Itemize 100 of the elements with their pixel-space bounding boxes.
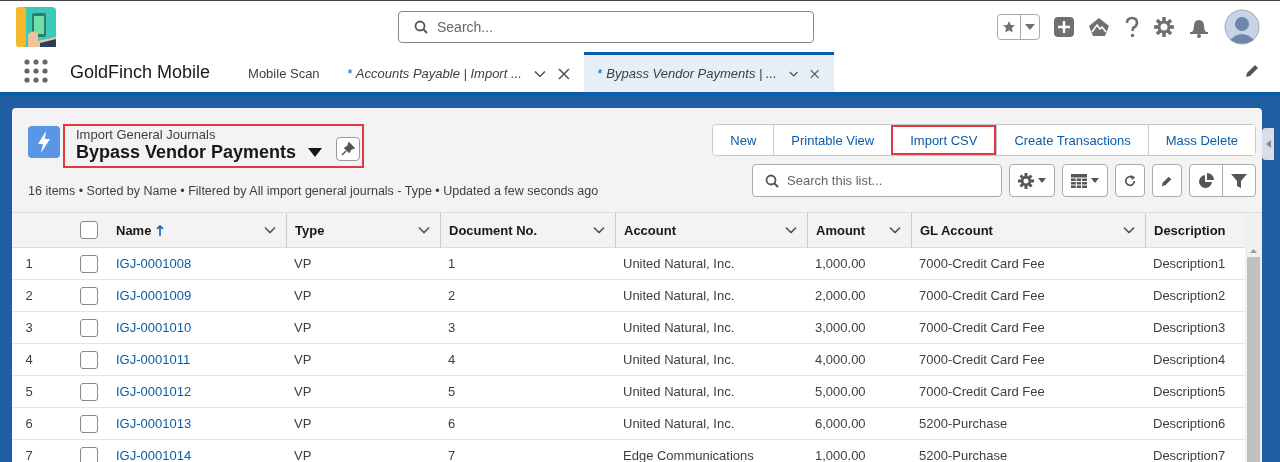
table-cell: VP [294,384,312,399]
tab[interactable]: * Bypass Vendor Payments | ... [583,52,834,92]
table-cell: 7000-Credit Card Fee [919,288,1045,303]
close-icon[interactable] [557,67,570,80]
row-checkbox[interactable] [80,446,98,462]
edit-button[interactable] [1152,164,1182,197]
chevron-down-icon[interactable] [785,226,797,234]
pin-button[interactable] [336,137,361,161]
column-header[interactable]: Name [108,213,286,248]
table-cell: 3,000.00 [815,320,866,335]
row-checkbox[interactable] [80,350,98,369]
table-cell: United Natural, Inc. [623,384,735,399]
column-header[interactable]: Account [615,213,807,248]
chevron-down-icon[interactable] [418,226,430,234]
table-cell: 7000-Credit Card Fee [919,384,1045,399]
display-as-button[interactable] [1062,164,1108,197]
table-cell: Description3 [1153,320,1226,335]
record-link[interactable]: IGJ-0001009 [116,288,192,303]
table-cell: Description2 [1153,288,1226,303]
row-checkbox[interactable] [80,414,98,433]
column-header[interactable]: Document No. [440,213,615,248]
phone-logo-icon[interactable] [16,6,56,47]
favorites-button[interactable] [997,13,1040,40]
help-icon[interactable] [1124,15,1140,38]
row-checkbox[interactable] [80,318,98,337]
table-cell: 7000-Credit Card Fee [919,256,1045,271]
global-search-field[interactable]: Search... [398,10,814,43]
star-icon [1002,19,1016,34]
chevron-down-icon[interactable] [788,69,799,78]
record-link[interactable]: IGJ-0001008 [116,256,192,271]
scrollbar[interactable] [1245,213,1262,462]
pie-chart-icon [1198,172,1214,189]
column-header[interactable]: Type [286,213,440,248]
table-cell: 2,000.00 [815,288,866,303]
chevron-down-icon[interactable] [533,69,546,78]
filter-icon [1231,172,1247,189]
record-link[interactable]: IGJ-0001010 [116,320,192,335]
lightning-icon [28,126,60,158]
close-icon[interactable] [810,67,820,80]
settings-icon[interactable] [1154,16,1174,37]
row-number: 2 [12,280,70,312]
row-number: 7 [12,440,70,462]
table-cell: 1,000.00 [815,448,866,462]
table-cell: 7000-Credit Card Fee [919,352,1045,367]
table-cell: 5,000.00 [815,384,866,399]
chevron-down-icon[interactable] [593,226,605,234]
select-all-checkbox[interactable] [80,221,98,239]
caret-down-icon [1038,178,1046,183]
panel-handle[interactable] [1262,128,1274,160]
table-cell: VP [294,320,312,335]
table-icon [1071,173,1087,188]
list-view-title[interactable]: Bypass Vendor Payments [76,142,297,163]
row-checkbox[interactable] [80,286,98,305]
table-cell: United Natural, Inc. [623,256,735,271]
action-button[interactable]: Mass Delete [1147,125,1255,155]
pin-icon [341,142,356,156]
table-cell: 1 [448,256,456,271]
table-cell: 7000-Credit Card Fee [919,320,1045,335]
table-cell: United Natural, Inc. [623,288,735,303]
table-cell: Description7 [1153,448,1226,462]
table-cell: 5200-Purchase [919,448,1008,462]
column-header[interactable]: Description [1145,213,1245,248]
tab[interactable]: * Accounts Payable | Import ... [333,52,584,92]
row-checkbox[interactable] [80,254,98,273]
table-cell: Description5 [1153,384,1226,399]
search-icon [414,19,428,34]
tab[interactable]: Mobile Scan [234,52,334,92]
record-link[interactable]: IGJ-0001014 [116,448,192,462]
table-cell: 6 [448,416,456,431]
record-link[interactable]: IGJ-0001011 [116,352,191,367]
record-link[interactable]: IGJ-0001012 [116,384,192,399]
record-link[interactable]: IGJ-0001013 [116,416,192,431]
table-cell: 1,000.00 [815,256,866,271]
refresh-button[interactable] [1115,164,1145,197]
scroll-up-icon [1250,249,1257,253]
settings-icon [1018,172,1034,189]
list-search-field[interactable]: Search this list... [752,164,1002,197]
list-settings-button[interactable] [1009,164,1055,197]
table-cell: 6,000.00 [815,416,866,431]
row-number: 5 [12,376,70,408]
table-cell: United Natural, Inc. [623,352,735,367]
chevron-down-icon[interactable] [264,226,276,234]
table-cell: VP [294,448,312,462]
app-launcher-icon[interactable] [24,58,48,83]
avatar-icon[interactable] [1224,8,1260,45]
caret-down-icon[interactable] [308,148,323,157]
column-header[interactable]: GL Account [911,213,1145,248]
chevron-down-icon[interactable] [1123,226,1135,234]
add-icon[interactable] [1054,16,1074,37]
row-checkbox[interactable] [80,382,98,401]
edit-pencil-icon[interactable] [1244,62,1260,79]
mountain-icon[interactable] [1088,16,1110,37]
action-button[interactable]: Import CSV [891,125,997,155]
table-cell: United Natural, Inc. [623,416,735,431]
list-status-text: 16 items • Sorted by Name • Filtered by All import general journals - Type • Updated a few seconds ago [28,184,599,198]
chevron-down-icon[interactable] [889,226,901,234]
table-cell: 7 [448,448,456,462]
object-label: Import General Journals [76,127,217,142]
table-cell: 4 [448,352,456,367]
column-header[interactable]: Amount [807,213,911,248]
